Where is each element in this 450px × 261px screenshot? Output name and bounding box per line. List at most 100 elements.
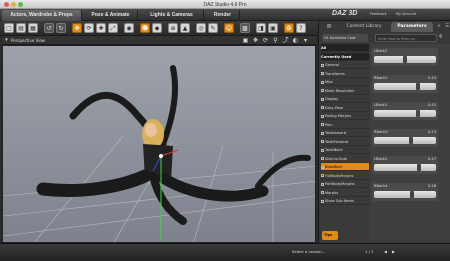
group-checkbox[interactable] [321, 63, 324, 67]
parameter-slider-thumb[interactable] [416, 164, 421, 171]
active-pose-icon[interactable]: ☺ [224, 23, 234, 33]
group-checkbox[interactable] [321, 165, 324, 169]
group-checkbox[interactable] [321, 191, 324, 194]
zoom-icon[interactable]: ⚲ [272, 37, 279, 44]
group-checkbox[interactable] [321, 199, 324, 203]
parameter-slider-track[interactable] [374, 137, 436, 144]
geometry-editor-icon[interactable]: ▲ [180, 23, 190, 33]
orbit-icon[interactable]: ⟳ [262, 37, 269, 44]
parameter-value[interactable]: 0.43 [428, 103, 436, 107]
group-item[interactable]: TwistInward [321, 129, 369, 137]
node-selector[interactable]: V4 Dominika Coat [322, 34, 368, 42]
bend-icon[interactable]: ⤴ [282, 37, 289, 44]
group-item[interactable]: Display [321, 95, 369, 103]
group-checkbox[interactable] [321, 157, 324, 160]
group-item[interactable]: General [321, 61, 369, 69]
camera-tool-icon[interactable]: ◉ [124, 23, 134, 33]
group-item[interactable]: Posing Morphs [321, 112, 369, 120]
panel-add-icon[interactable]: + [435, 22, 443, 32]
parameter-slider-thumb[interactable] [409, 191, 414, 198]
parameter-value[interactable]: 0.23 [428, 130, 436, 134]
filter-search-icon[interactable]: ⚲ [439, 34, 447, 42]
group-checkbox[interactable] [321, 106, 324, 109]
tab-actors-wardrobe-props[interactable]: Actors, Wardrobe & Props [2, 10, 82, 21]
group-item[interactable]: Easy-Pose [321, 104, 369, 112]
group-item[interactable]: Pain [321, 121, 369, 129]
parameter-slider-track[interactable] [374, 56, 436, 63]
tab-content-library[interactable]: Content Library [339, 22, 389, 32]
render-icon[interactable]: ▣ [268, 23, 278, 33]
group-checkbox[interactable] [321, 174, 324, 177]
surface-selection-icon[interactable]: ▩ [240, 23, 250, 33]
group-item[interactable]: TwistForward [321, 138, 369, 146]
group-item[interactable]: TwistBack [321, 146, 369, 154]
tips-button[interactable]: Tips [322, 231, 338, 240]
parameter-slider-thumb[interactable] [408, 137, 413, 144]
lesson-next-icon[interactable]: ▶ [392, 249, 395, 254]
open-file-icon[interactable]: ▤ [16, 23, 26, 33]
viewport-options-icon[interactable]: ▾ [3, 37, 10, 44]
region-navigator-icon[interactable]: ◨ [256, 23, 266, 33]
panel-options-icon[interactable]: ☰ [443, 22, 450, 32]
group-item[interactable]: Transforms [321, 70, 369, 78]
group-item[interactable]: PartBodyMorphs [321, 180, 369, 188]
tab-lights-cameras[interactable]: Lights & Cameras [140, 10, 204, 21]
my-account-link[interactable]: My Account [396, 12, 416, 16]
group-item[interactable]: All [321, 44, 369, 52]
group-checkbox[interactable] [321, 148, 324, 152]
lesson-prev-icon[interactable]: ◀ [384, 249, 387, 254]
parameter-slider-thumb[interactable] [415, 83, 420, 90]
panel-menu-icon[interactable]: ▤ [321, 22, 337, 32]
rotate-tool-icon[interactable]: ⟳ [84, 23, 94, 33]
group-item[interactable]: Mesh Resolution [321, 87, 369, 95]
joint-editor-icon[interactable]: ⊕ [168, 23, 178, 33]
lesson-icon[interactable]: ? [296, 23, 306, 33]
group-checkbox[interactable] [321, 114, 324, 118]
undo-icon[interactable]: ↺ [44, 23, 54, 33]
group-checkbox[interactable] [321, 89, 324, 92]
3d-viewport[interactable] [2, 45, 316, 243]
render-settings-icon[interactable]: ❂ [284, 23, 294, 33]
scale-tool-icon[interactable]: ⤢ [108, 23, 118, 33]
viewport-camera-label[interactable]: Perspective View [11, 38, 45, 43]
group-item[interactable]: BlowBack [321, 163, 369, 171]
group-item[interactable]: FullBodyMorphs [321, 172, 369, 180]
figure-select-icon[interactable]: ☻ [140, 23, 150, 33]
group-checkbox[interactable] [321, 140, 324, 143]
tab-parameters[interactable]: Parameters [391, 22, 433, 32]
group-checkbox[interactable] [321, 182, 324, 186]
parameter-slider-track[interactable] [374, 83, 436, 90]
pan-icon[interactable]: ✥ [252, 37, 259, 44]
group-item[interactable]: Misc [321, 78, 369, 86]
spot-render-icon[interactable]: ◎ [196, 23, 206, 33]
group-item[interactable]: Show Sub Items [321, 197, 369, 205]
group-checkbox[interactable] [321, 123, 324, 126]
group-item[interactable]: Morphs [321, 189, 369, 197]
feedback-link[interactable]: Feedback [370, 12, 387, 16]
group-checkbox[interactable] [321, 72, 324, 75]
group-item[interactable]: Side-to-Side [321, 155, 369, 163]
group-checkbox[interactable] [321, 131, 324, 135]
group-item[interactable]: Currently Used [321, 52, 369, 61]
node-weight-icon[interactable]: ✎ [208, 23, 218, 33]
parameter-slider-track[interactable] [374, 164, 436, 171]
group-checkbox[interactable] [321, 97, 324, 101]
parameter-slider-track[interactable] [374, 191, 436, 198]
tab-pose-animate[interactable]: Pose & Animate [84, 10, 138, 21]
group-checkbox[interactable] [321, 80, 324, 84]
parameter-value[interactable]: 0.47 [428, 157, 436, 161]
parameter-value[interactable]: 0.43 [428, 76, 436, 80]
parameter-slider-track[interactable] [374, 110, 436, 117]
node-select-icon[interactable]: ◆ [152, 23, 162, 33]
lesson-selector[interactable]: Select a Lesson... [292, 249, 325, 254]
parameter-slider-thumb[interactable] [415, 110, 420, 117]
parameter-slider-thumb[interactable] [403, 56, 407, 63]
redo-icon[interactable]: ↻ [56, 23, 66, 33]
frame-icon[interactable]: ▣ [242, 37, 249, 44]
universal-tool-icon[interactable]: ✥ [72, 23, 82, 33]
translate-tool-icon[interactable]: ✚ [96, 23, 106, 33]
new-scene-icon[interactable]: ▢ [4, 23, 14, 33]
parameter-filter-input[interactable]: Enter text to filter by... [375, 34, 437, 42]
tab-render[interactable]: Render [206, 10, 240, 21]
parameter-value[interactable]: 0.28 [428, 184, 436, 188]
